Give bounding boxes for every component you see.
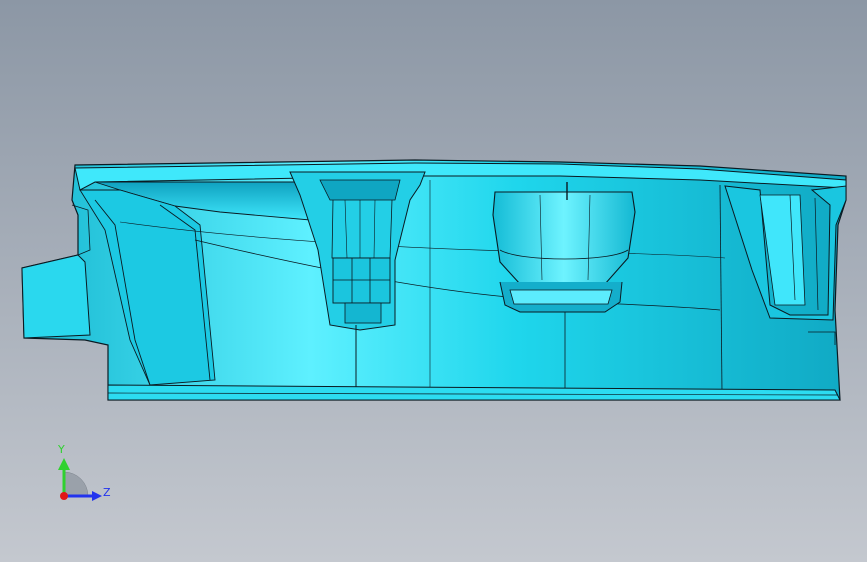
z-axis-label: Z [103,486,111,499]
view-orientation-triad: Y Z [40,438,120,518]
x-axis-dot [60,492,68,500]
y-axis-label: Y [58,443,65,456]
part-left-protrusion [21,254,91,339]
3d-part-model[interactable] [0,0,867,562]
graphics-viewport[interactable]: Y Z [0,0,867,562]
part-cup-feature [492,191,636,285]
